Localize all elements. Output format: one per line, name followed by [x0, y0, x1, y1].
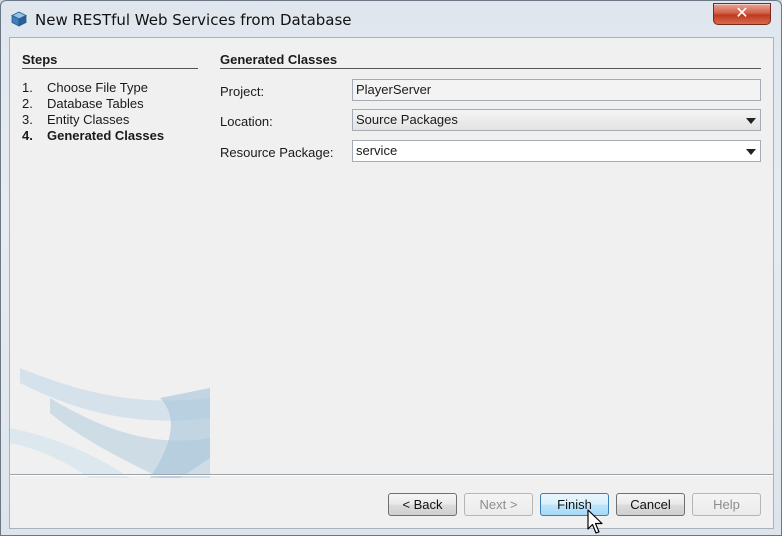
back-button[interactable]: < Back: [388, 493, 457, 516]
step-number: 2.: [22, 96, 33, 111]
step-number: 3.: [22, 112, 33, 127]
step-number: 1.: [22, 80, 33, 95]
panel-divider: [220, 68, 761, 69]
steps-heading: Steps: [22, 52, 58, 67]
panel-heading: Generated Classes: [220, 52, 338, 67]
next-button[interactable]: Next >: [464, 493, 533, 516]
cancel-button[interactable]: Cancel: [616, 493, 685, 516]
location-combobox[interactable]: Source Packages: [352, 109, 761, 131]
step-label: Generated Classes: [47, 128, 165, 143]
title-bar: New RESTful Web Services from Database ✕: [1, 1, 781, 37]
project-label: Project:: [220, 84, 265, 99]
chevron-down-icon[interactable]: [746, 118, 756, 124]
step-label: Choose File Type: [47, 80, 148, 95]
resource-package-label: Resource Package:: [220, 145, 334, 160]
close-button[interactable]: ✕: [713, 3, 771, 25]
step-number: 4.: [22, 128, 33, 143]
step-label: Database Tables: [47, 96, 144, 111]
location-value: Source Packages: [356, 112, 458, 127]
wizard-watermark-graphic: [10, 368, 210, 478]
close-icon: ✕: [735, 5, 749, 22]
button-bar-divider-highlight: [10, 475, 773, 476]
project-field[interactable]: PlayerServer: [352, 79, 761, 101]
resource-package-combobox[interactable]: service: [352, 140, 761, 162]
wizard-content: Steps 1. Choose File Type 2. Database Ta…: [9, 37, 774, 529]
chevron-down-icon[interactable]: [746, 149, 756, 155]
window-title: New RESTful Web Services from Database: [35, 11, 352, 29]
mouse-pointer-icon: [587, 509, 603, 534]
help-button[interactable]: Help: [692, 493, 761, 516]
resource-package-value: service: [356, 143, 398, 158]
steps-divider: [22, 68, 198, 69]
step-label: Entity Classes: [47, 112, 130, 127]
location-label: Location:: [220, 114, 273, 129]
wizard-window: New RESTful Web Services from Database ✕…: [0, 0, 782, 536]
netbeans-cube-icon: [11, 11, 27, 27]
